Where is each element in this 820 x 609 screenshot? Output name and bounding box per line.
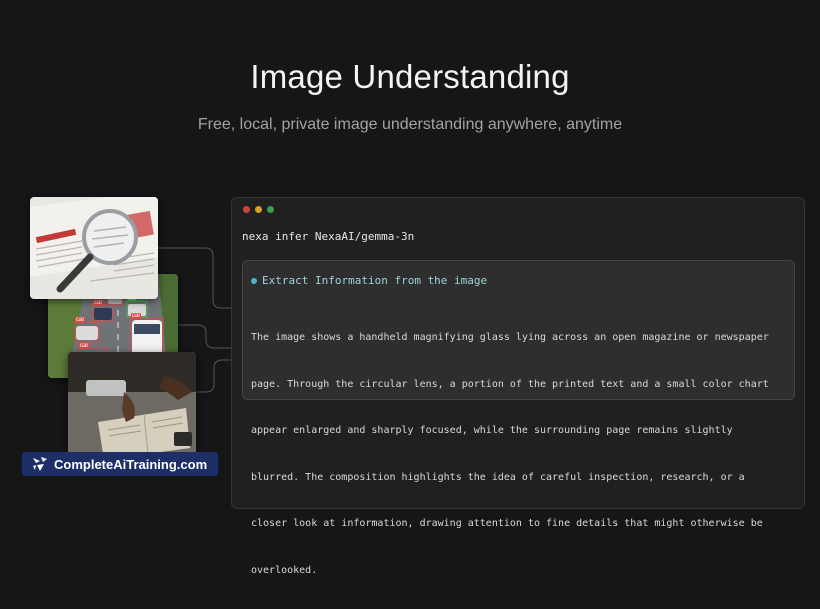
output-header-label: Extract Information from the image [262,274,488,287]
brand-text: CompleteAiTraining.com [54,456,208,472]
close-dot[interactable] [243,206,250,213]
output-line: page. Through the circular lens, a porti… [251,378,769,390]
reading-thumbnail[interactable] [68,352,196,462]
magnifying-glass-photo [30,197,158,299]
reading-book-photo [68,352,196,462]
detection-label: car [79,343,90,349]
terminal-window: nexa infer NexaAI/gemma-3n Extract Infor… [231,197,805,576]
magnifier-thumbnail[interactable] [30,197,158,299]
output-text: The image shows a handheld magnifying gl… [251,299,791,609]
output-card: Extract Information from the image The i… [242,260,795,576]
brand-logo-icon [33,457,47,471]
terminal-command[interactable]: nexa infer NexaAI/gemma-3n [242,230,414,243]
output-header: Extract Information from the image [251,274,487,287]
output-line: The image shows a handheld magnifying gl… [251,332,769,343]
window-controls [243,206,274,213]
minimize-dot[interactable] [255,206,262,213]
status-dot-icon [251,277,257,284]
output-line: closer look at information, drawing atte… [251,518,763,529]
detection-label: car [93,300,104,306]
output-line: overlooked. [251,564,318,576]
maximize-dot[interactable] [267,206,274,213]
detection-label: car [131,313,142,319]
detection-label: car [75,317,86,323]
output-line: appear enlarged and sharply focused, whi… [251,425,733,436]
output-line: blurred. The composition highlights the … [251,471,745,483]
brand-watermark[interactable]: CompleteAiTraining.com [22,452,218,476]
